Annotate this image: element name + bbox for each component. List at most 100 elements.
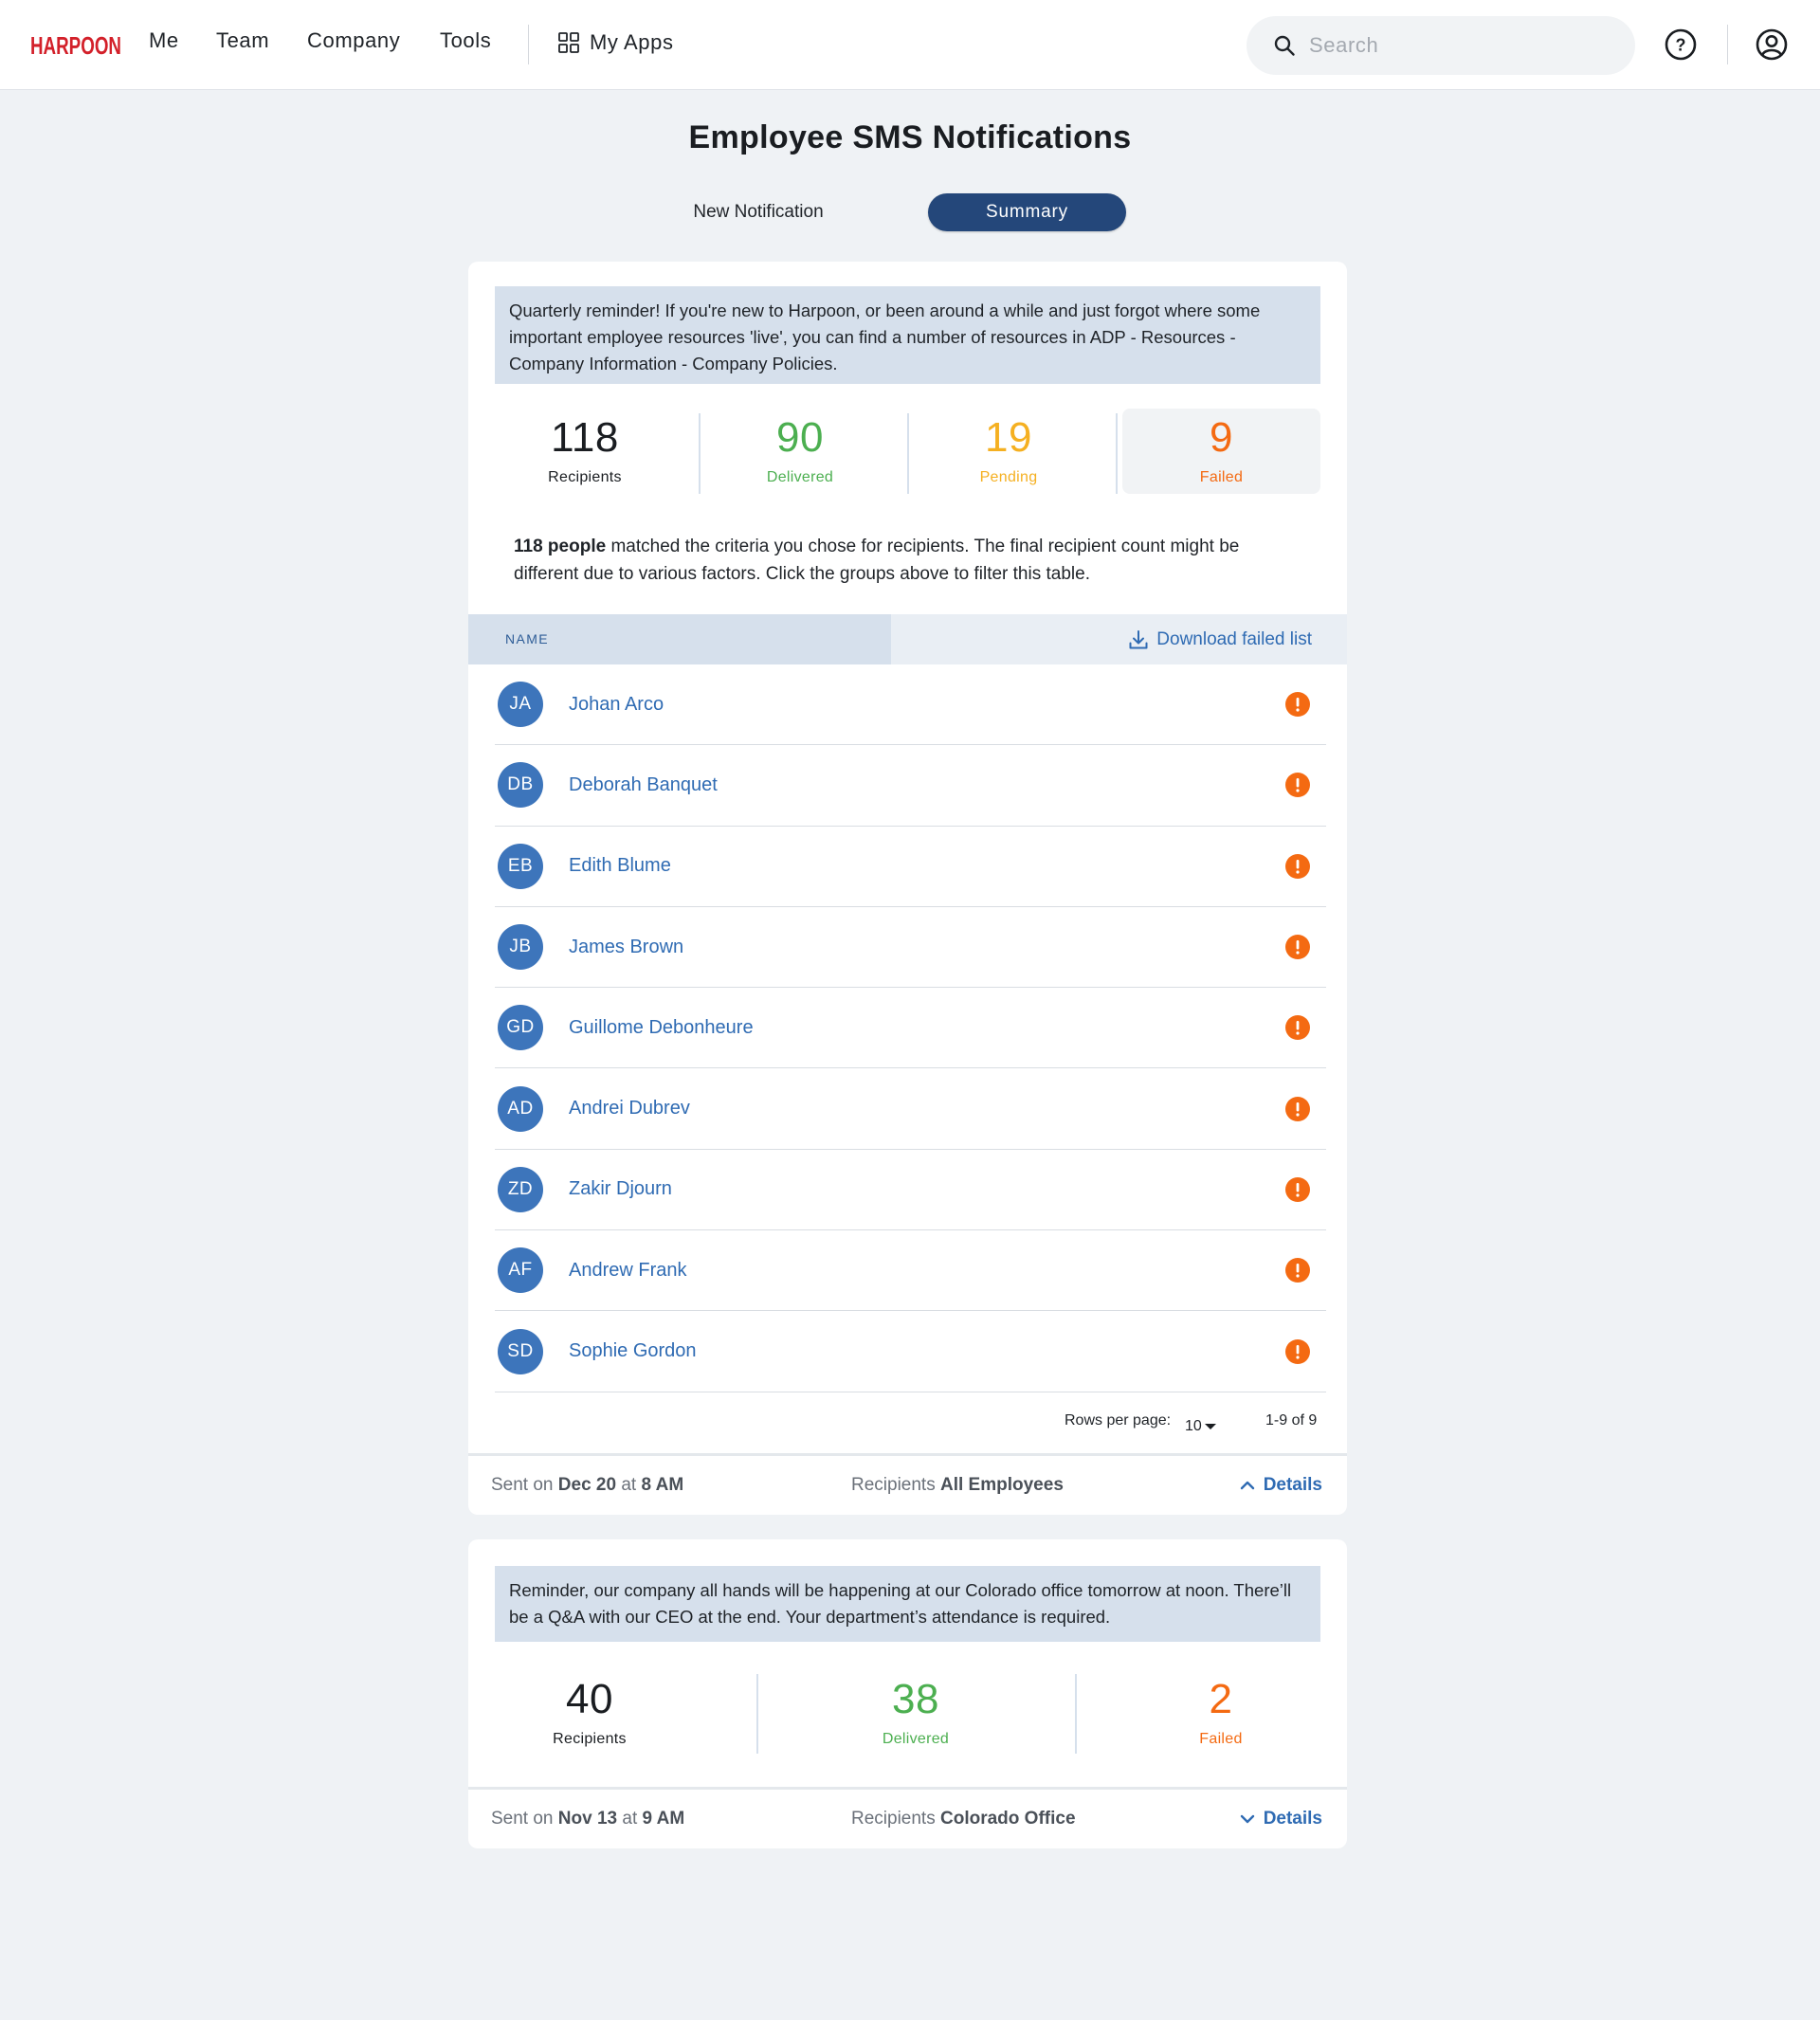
sent-info: Sent on Dec 20 at 8 AM xyxy=(491,1456,683,1515)
recipient-list: JA Johan Arco DB Deborah Banquet EB Edit… xyxy=(495,664,1326,1392)
page-title: Employee SMS Notifications xyxy=(688,119,1132,155)
alert-icon xyxy=(1285,1015,1310,1041)
details-label: Details xyxy=(1263,1809,1322,1829)
alert-icon xyxy=(1285,935,1310,960)
user-account-icon[interactable] xyxy=(1756,28,1788,61)
stat-value: 118 xyxy=(551,414,619,461)
stat-label: Delivered xyxy=(882,1731,950,1747)
search-input[interactable] xyxy=(1309,33,1622,58)
alert-icon xyxy=(1285,773,1310,798)
recipient-name[interactable]: Edith Blume xyxy=(569,855,671,877)
alert-icon xyxy=(1285,1258,1310,1283)
details-toggle-button[interactable]: Details xyxy=(1239,1456,1322,1515)
nav-divider xyxy=(528,25,529,64)
recipient-name[interactable]: Andrew Frank xyxy=(569,1260,687,1282)
tab-summary[interactable]: Summary xyxy=(928,193,1126,231)
sent-date: Dec 20 xyxy=(557,1475,617,1495)
table-row[interactable]: AF Andrew Frank xyxy=(495,1230,1326,1312)
stat-delivered[interactable]: 90 Delivered xyxy=(710,414,890,486)
stat-value: 40 xyxy=(566,1676,613,1722)
recipient-name[interactable]: Deborah Banquet xyxy=(569,774,718,796)
my-apps-label: My Apps xyxy=(590,30,674,54)
stat-value: 90 xyxy=(776,414,824,461)
stat-failed[interactable]: 9 Failed xyxy=(1122,409,1320,494)
my-apps-button[interactable]: My Apps xyxy=(557,28,674,57)
recipient-name[interactable]: Sophie Gordon xyxy=(569,1340,697,1362)
caret-down-icon xyxy=(1204,1424,1216,1429)
nav-link-tools[interactable]: Tools xyxy=(440,28,491,53)
recipient-name[interactable]: Johan Arco xyxy=(569,694,664,716)
avatar: GD xyxy=(498,1005,543,1051)
download-icon xyxy=(1129,629,1148,648)
stat-label: Failed xyxy=(1199,469,1244,485)
table-row[interactable]: EB Edith Blume xyxy=(495,827,1326,907)
stat-divider xyxy=(699,413,701,494)
nav-link-company[interactable]: Company xyxy=(307,28,400,53)
table-row[interactable]: DB Deborah Banquet xyxy=(495,745,1326,827)
stat-divider xyxy=(1116,413,1118,494)
recipient-name[interactable]: Guillome Debonheure xyxy=(569,1017,754,1039)
recipients-info: Recipients Colorado Office xyxy=(851,1790,1076,1848)
recipients-prefix: Recipients xyxy=(851,1475,940,1495)
stat-divider xyxy=(756,1674,758,1754)
table-row[interactable]: SD Sophie Gordon xyxy=(495,1311,1326,1392)
stat-recipients[interactable]: 40 Recipients xyxy=(495,1676,684,1748)
table-row[interactable]: ZD Zakir Djourn xyxy=(495,1150,1326,1231)
top-navigation: HARPOON Me Team Company Tools My Apps ? xyxy=(0,0,1820,90)
stat-failed[interactable]: 2 Failed xyxy=(1126,1676,1316,1748)
notification-card: Reminder, our company all hands will be … xyxy=(468,1539,1347,1848)
chevron-up-icon xyxy=(1240,1481,1254,1490)
table-row[interactable]: JA Johan Arco xyxy=(495,664,1326,746)
stat-label: Failed xyxy=(1199,1731,1243,1747)
tab-new-notification[interactable]: New Notification xyxy=(664,193,853,231)
criteria-description: 118 people matched the criteria you chos… xyxy=(514,533,1301,588)
notification-message: Reminder, our company all hands will be … xyxy=(495,1566,1320,1642)
stat-value: 2 xyxy=(1209,1676,1233,1722)
nav-link-me[interactable]: Me xyxy=(149,28,179,53)
column-header-name[interactable]: NAME xyxy=(468,614,891,664)
avatar: JB xyxy=(498,924,543,971)
rows-per-page-value: 10 xyxy=(1185,1418,1202,1434)
stat-label: Recipients xyxy=(553,1731,627,1747)
chevron-down-icon xyxy=(1240,1814,1254,1824)
stat-divider xyxy=(1075,1674,1077,1754)
avatar: EB xyxy=(498,843,543,889)
alert-icon xyxy=(1285,1096,1310,1121)
download-failed-list-button[interactable]: Download failed list xyxy=(1128,614,1312,664)
table-row[interactable]: AD Andrei Dubrev xyxy=(495,1068,1326,1150)
rows-per-page-label: Rows per page: xyxy=(1065,1412,1172,1429)
sent-at: at xyxy=(616,1475,642,1495)
rows-per-page-select[interactable]: 10 xyxy=(1185,1412,1217,1441)
recipient-name[interactable]: Zakir Djourn xyxy=(569,1178,672,1200)
alert-icon xyxy=(1285,1176,1310,1202)
recipient-name[interactable]: James Brown xyxy=(569,937,683,958)
search-icon xyxy=(1274,35,1295,56)
stat-delivered[interactable]: 38 Delivered xyxy=(821,1676,1010,1748)
stat-value: 19 xyxy=(985,414,1032,461)
criteria-count: 118 people xyxy=(514,537,607,556)
stat-label: Pending xyxy=(979,469,1038,485)
table-row[interactable]: JB James Brown xyxy=(495,907,1326,989)
harpoon-logo[interactable]: HARPOON xyxy=(28,28,123,61)
table-row[interactable]: GD Guillome Debonheure xyxy=(495,988,1326,1069)
sent-prefix: Sent on xyxy=(491,1475,558,1495)
stat-pending[interactable]: 19 Pending xyxy=(919,414,1099,486)
nav-link-team[interactable]: Team xyxy=(216,28,269,53)
help-icon[interactable]: ? xyxy=(1665,28,1697,61)
avatar: JA xyxy=(498,682,543,728)
avatar: AD xyxy=(498,1085,543,1132)
avatar: SD xyxy=(498,1328,543,1374)
avatar: DB xyxy=(498,762,543,809)
stat-value: 38 xyxy=(892,1676,939,1722)
stat-value: 9 xyxy=(1210,414,1233,461)
details-toggle-button[interactable]: Details xyxy=(1239,1790,1322,1848)
card-footer: Sent on Dec 20 at 8 AM Recipients All Em… xyxy=(468,1453,1347,1515)
search-box[interactable] xyxy=(1247,16,1635,75)
app-grid-icon xyxy=(558,32,579,53)
sent-prefix: Sent on xyxy=(491,1809,558,1829)
recipient-name[interactable]: Andrei Dubrev xyxy=(569,1098,690,1119)
avatar: ZD xyxy=(498,1166,543,1212)
stat-recipients[interactable]: 118 Recipients xyxy=(495,414,675,486)
sent-date: Nov 13 xyxy=(557,1809,618,1829)
alert-icon xyxy=(1285,853,1310,879)
